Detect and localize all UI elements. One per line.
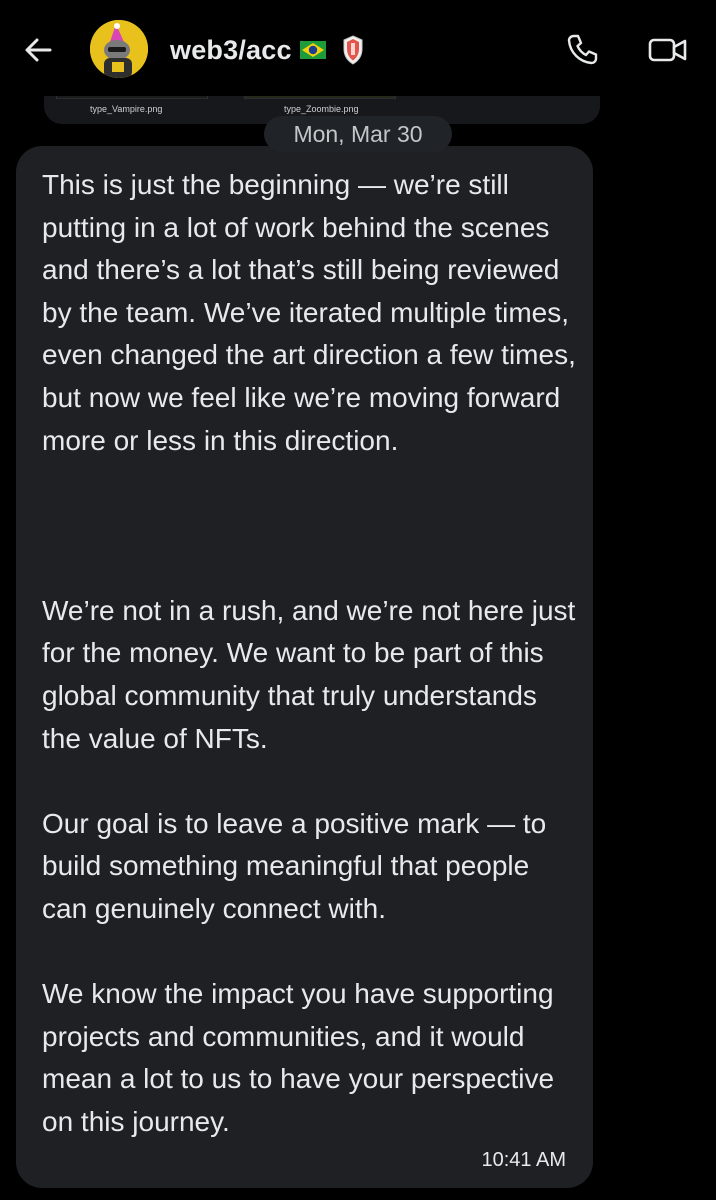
date-separator: Mon, Mar 30 bbox=[264, 116, 452, 152]
message-bubble[interactable]: This is just the beginning — we’re still… bbox=[16, 146, 593, 1188]
call-button[interactable] bbox=[560, 28, 604, 72]
message-paragraph: This is just the beginning — we’re still… bbox=[42, 169, 576, 456]
message-timestamp: 10:41 AM bbox=[481, 1149, 566, 1171]
back-button[interactable] bbox=[18, 30, 58, 70]
arrow-left-icon bbox=[25, 38, 52, 62]
phone-icon bbox=[567, 34, 598, 65]
conversation-title-group[interactable]: web3/acc bbox=[170, 32, 364, 68]
message-paragraph: We know the impact you have supporting p… bbox=[42, 978, 555, 1137]
video-call-button[interactable] bbox=[644, 28, 692, 72]
shield-icon bbox=[343, 35, 363, 65]
file-name-label: type_Zoombie.png bbox=[284, 104, 359, 114]
file-name-label: type_Vampire.png bbox=[90, 104, 163, 114]
conversation-title: web3/acc bbox=[170, 34, 292, 65]
message-paragraph: We’re not in a rush, and we’re not here … bbox=[42, 594, 576, 754]
avatar[interactable] bbox=[90, 20, 148, 78]
brazil-flag-icon bbox=[299, 41, 326, 59]
message-paragraph: Our goal is to leave a positive mark — t… bbox=[42, 807, 547, 924]
avatar-image bbox=[90, 20, 148, 78]
video-camera-icon bbox=[648, 38, 687, 62]
message-text: This is just the beginning — we’re still… bbox=[42, 164, 578, 1143]
conversation-header: web3/acc bbox=[0, 0, 716, 96]
